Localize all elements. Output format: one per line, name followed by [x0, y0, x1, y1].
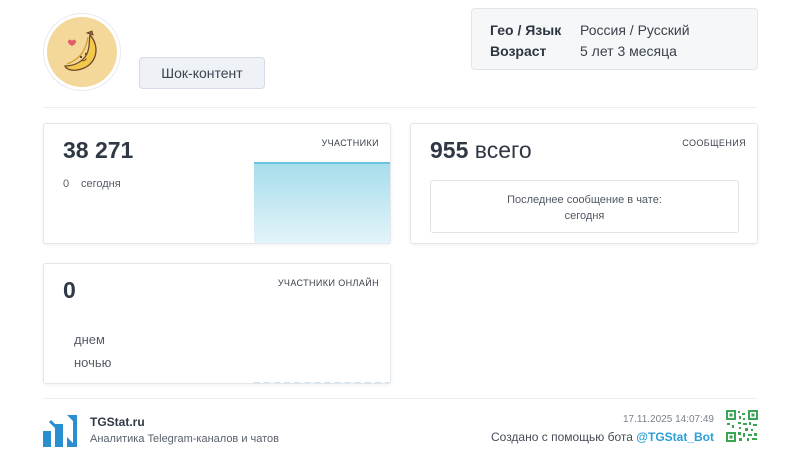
messages-label: СООБЩЕНИЯ [682, 138, 746, 148]
geo-key: Гео / Язык [490, 22, 562, 38]
members-label: УЧАСТНИКИ [321, 138, 379, 148]
messages-count: 955 [430, 137, 469, 163]
age-value: 5 лет 3 месяца [580, 43, 677, 59]
members-card: 38 271 УЧАСТНИКИ 0 сегодня [43, 123, 391, 244]
members-chart [254, 162, 390, 243]
online-chart-line [254, 382, 390, 383]
last-message-time: сегодня [564, 210, 605, 222]
geo-row: Гео / Язык Россия / Русский [490, 20, 757, 41]
bot-link[interactable]: @TGStat_Bot [636, 430, 714, 444]
footer-timestamp: 17.11.2025 14:07:49 [622, 414, 714, 425]
online-card: 0 УЧАСТНИКИ ОНЛАЙН днем ночью [43, 263, 391, 384]
members-count: 38 271 [63, 137, 134, 163]
header-divider [43, 107, 757, 108]
tgstat-logo-icon [43, 415, 77, 447]
members-today-value: 0 [63, 178, 70, 190]
channel-info-card: Гео / Язык Россия / Русский Возраст 5 ле… [471, 8, 758, 70]
messages-card: 955 всего СООБЩЕНИЯ Последнее сообщение … [410, 123, 758, 244]
qr-code-icon[interactable] [726, 410, 758, 442]
messages-total: 955 всего [430, 137, 532, 164]
last-message-title: Последнее сообщение в чате: [507, 194, 662, 206]
footer-divider [43, 398, 757, 399]
online-count: 0 [63, 277, 76, 303]
footer-brand[interactable]: TGStat.ru [90, 415, 145, 429]
age-row: Возраст 5 лет 3 месяца [490, 41, 757, 62]
banana-icon [64, 30, 97, 71]
online-day-label: днем [74, 332, 105, 347]
messages-unit: всего [474, 137, 532, 163]
geo-value: Россия / Русский [580, 22, 690, 38]
online-night-label: ночью [74, 355, 112, 370]
category-button[interactable]: Шок-контент [139, 57, 265, 89]
channel-avatar [43, 13, 121, 91]
footer-tagline: Аналитика Telegram-каналов и чатов [90, 433, 280, 445]
last-message-box: Последнее сообщение в чате: сегодня [430, 180, 739, 233]
members-today-label: сегодня [81, 178, 121, 190]
footer-created: Создано с помощью бота @TGStat_Bot [491, 430, 714, 444]
created-text: Создано с помощью бота [490, 430, 633, 444]
online-label: УЧАСТНИКИ ОНЛАЙН [277, 278, 379, 288]
avatar-background [47, 17, 117, 87]
age-key: Возраст [490, 43, 547, 59]
